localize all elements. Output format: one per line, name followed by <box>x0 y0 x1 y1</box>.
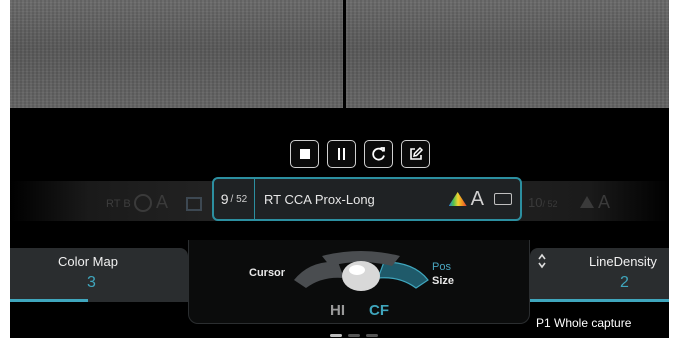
ghost-folder-icon <box>186 197 202 211</box>
ultrasound-image-right <box>346 0 669 108</box>
pos-label: Pos <box>432 261 451 273</box>
color-map-level-bar <box>10 299 89 302</box>
hi-mode-label[interactable]: HI <box>330 302 345 319</box>
capture-caption: P1 Whole capture <box>536 316 632 330</box>
cf-mode-label[interactable]: CF <box>369 302 389 319</box>
ghost-badge-left: A <box>156 192 169 212</box>
pause-icon <box>338 148 345 160</box>
clip-badge-letter: A <box>470 187 484 210</box>
ultrasound-screen: RT B A 10/ 52 A 9 / 52 RT CCA Prox-Long … <box>10 0 669 338</box>
edit-icon <box>409 146 423 160</box>
clip-name: RT CCA Prox-Long <box>264 191 375 207</box>
folder-icon[interactable] <box>494 193 512 205</box>
clip-number: 9 / 52 <box>214 179 255 219</box>
line-density-control[interactable]: LineDensity 2 <box>530 248 669 302</box>
page-dot[interactable] <box>366 334 378 337</box>
page-dot-active[interactable] <box>330 334 342 337</box>
line-density-label: LineDensity <box>589 254 657 269</box>
page-indicator <box>330 334 378 337</box>
playback-controls <box>290 140 430 168</box>
ghost-next-clip: 10/ 52 <box>528 195 558 210</box>
ghost-badge-right: A <box>598 192 611 212</box>
size-label: Size <box>432 275 455 287</box>
color-map-control[interactable]: Color Map 3 <box>10 248 188 302</box>
refresh-icon <box>371 147 385 161</box>
refresh-button[interactable] <box>364 140 393 168</box>
color-flow-icon <box>448 192 467 206</box>
color-map-label: Color Map <box>58 254 118 269</box>
active-clip-card[interactable]: 9 / 52 RT CCA Prox-Long A <box>212 177 522 221</box>
ultrasound-image-left <box>10 0 343 108</box>
line-density-level-bar <box>530 299 669 302</box>
cursor-label: Cursor <box>249 267 286 279</box>
color-map-value: 3 <box>87 274 96 291</box>
stop-button[interactable] <box>290 140 319 168</box>
trackball-panel: Cursor Pos Size HI CF <box>188 240 530 324</box>
up-down-chevron-icon[interactable] <box>537 253 547 269</box>
trackball-icon[interactable] <box>292 250 430 296</box>
pause-button[interactable] <box>327 140 356 168</box>
ghost-clip-icon <box>134 194 152 212</box>
stop-icon <box>299 149 310 159</box>
edit-button[interactable] <box>401 140 430 168</box>
ghost-clip-label: RT B <box>106 198 131 210</box>
page-dot[interactable] <box>348 334 360 337</box>
line-density-value: 2 <box>620 274 629 291</box>
